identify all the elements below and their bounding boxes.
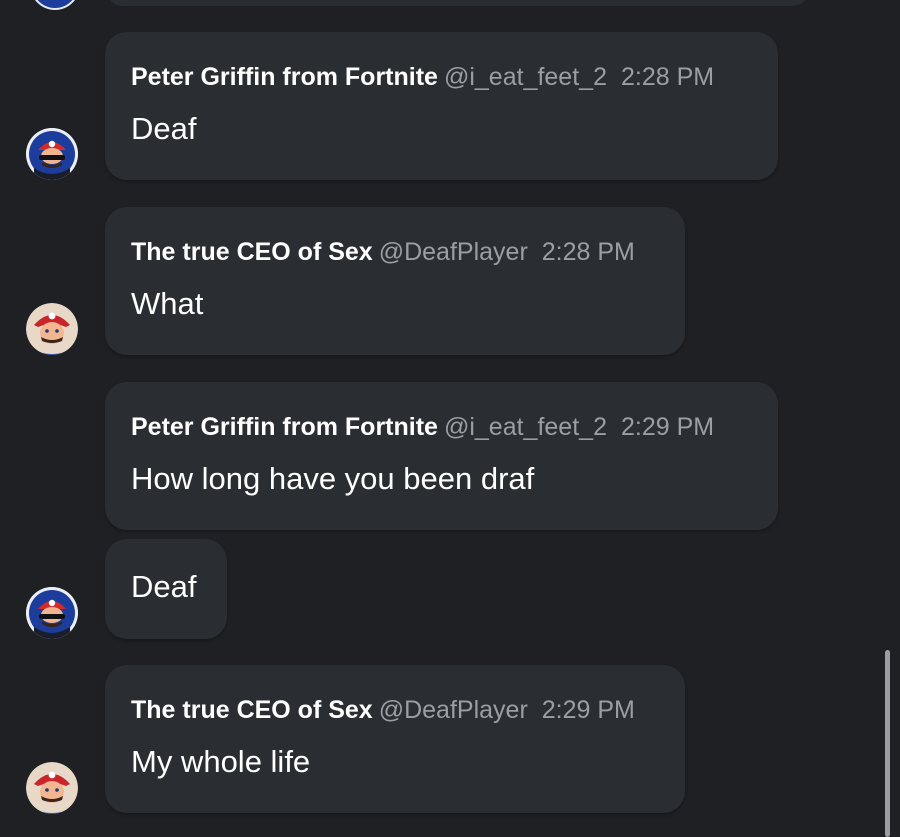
message-header: Peter Griffin from Fortnite @i_eat_feet_2… [131,412,714,442]
author-handle[interactable]: @DeafPlayer [379,238,528,266]
message-bubble[interactable]: The true CEO of Sex @DeafPlayer 2:29 PM My… [105,665,685,813]
message-text: Deaf [131,569,197,604]
previous-message-bubble[interactable] [105,0,810,6]
message-time: 2:28 PM [620,63,715,91]
message-header: Peter Griffin from Fortnite @i_eat_feet_2… [131,62,714,92]
chat-message-list[interactable]: Peter Griffin from Fortnite @i_eat_feet_2… [0,0,900,837]
author-name[interactable]: The true CEO of Sex [131,238,373,266]
message-time: 2:28 PM [541,238,635,266]
author-name[interactable]: Peter Griffin from Fortnite [131,413,438,441]
author-handle[interactable]: @DeafPlayer [379,696,528,724]
previous-avatar[interactable] [30,0,80,10]
message-text: Deaf [131,111,197,146]
author-name[interactable]: The true CEO of Sex [131,696,373,724]
scrollbar-thumb[interactable] [885,650,890,837]
message-time: 2:29 PM [541,696,635,724]
message-bubble[interactable]: Deaf [105,539,227,639]
message-text: What [131,286,204,321]
message-bubble[interactable]: Peter Griffin from Fortnite @i_eat_feet_2… [105,382,778,530]
message-text: My whole life [131,744,311,779]
message-bubble[interactable]: The true CEO of Sex @DeafPlayer 2:28 PM Wh… [105,207,685,355]
mario-glasses-avatar-icon[interactable] [26,587,78,639]
message-text: How long have you been draf [131,461,535,496]
message-bubble[interactable]: Peter Griffin from Fortnite @i_eat_feet_2… [105,32,778,180]
author-handle[interactable]: @i_eat_feet_2 [444,63,607,91]
author-name[interactable]: Peter Griffin from Fortnite [131,63,438,91]
mario-avatar-icon[interactable] [26,762,78,814]
message-header: The true CEO of Sex @DeafPlayer 2:28 PM [131,237,635,267]
author-handle[interactable]: @i_eat_feet_2 [444,413,607,441]
mario-glasses-avatar-icon[interactable] [26,128,78,180]
message-header: The true CEO of Sex @DeafPlayer 2:29 PM [131,695,635,725]
mario-avatar-icon[interactable] [26,303,78,355]
message-time: 2:29 PM [620,413,715,441]
